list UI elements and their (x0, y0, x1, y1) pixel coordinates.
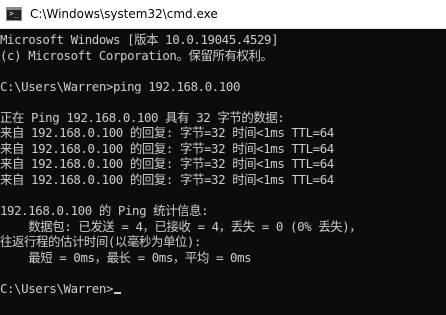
console-line: 来自 192.168.0.100 的回复: 字节=32 时间<1ms TTL=6… (0, 125, 334, 141)
console-output[interactable]: Microsoft Windows [版本 10.0.19045.4529] (… (0, 29, 446, 315)
command-prompt: C:\Users\Warren> (0, 280, 113, 296)
window-title: C:\Windows\system32\cmd.exe (30, 7, 218, 21)
console-line: 最短 = 0ms，最长 = 0ms，平均 = 0ms (0, 249, 252, 265)
console-line: 正在 Ping 192.168.0.100 具有 32 字节的数据: (0, 109, 285, 125)
console-line: 来自 192.168.0.100 的回复: 字节=32 时间<1ms TTL=6… (0, 156, 334, 172)
command-prompt-line[interactable]: C:\Users\Warren> (0, 281, 446, 297)
console-line: 往返行程的估计时间(以毫秒为单位): (0, 234, 202, 250)
console-line: 来自 192.168.0.100 的回复: 字节=32 时间<1ms TTL=6… (0, 171, 334, 187)
text-cursor (113, 291, 121, 294)
console-line: (c) Microsoft Corporation。保留所有权利。 (0, 47, 273, 63)
console-line: 来自 192.168.0.100 的回复: 字节=32 时间<1ms TTL=6… (0, 140, 334, 156)
cmd-window: >_ C:\Windows\system32\cmd.exe Microsoft… (0, 0, 446, 315)
console-line: 192.168.0.100 的 Ping 统计信息: (0, 203, 209, 219)
console-line: 数据包: 已发送 = 4，已接收 = 4，丢失 = 0 (0% 丢失)， (0, 218, 362, 234)
title-bar[interactable]: >_ C:\Windows\system32\cmd.exe (0, 0, 446, 29)
cmd-terminal-icon: >_ (6, 7, 22, 21)
console-line: C:\Users\Warren>ping 192.168.0.100 (0, 78, 241, 94)
console-line: Microsoft Windows [版本 10.0.19045.4529] (0, 32, 279, 47)
